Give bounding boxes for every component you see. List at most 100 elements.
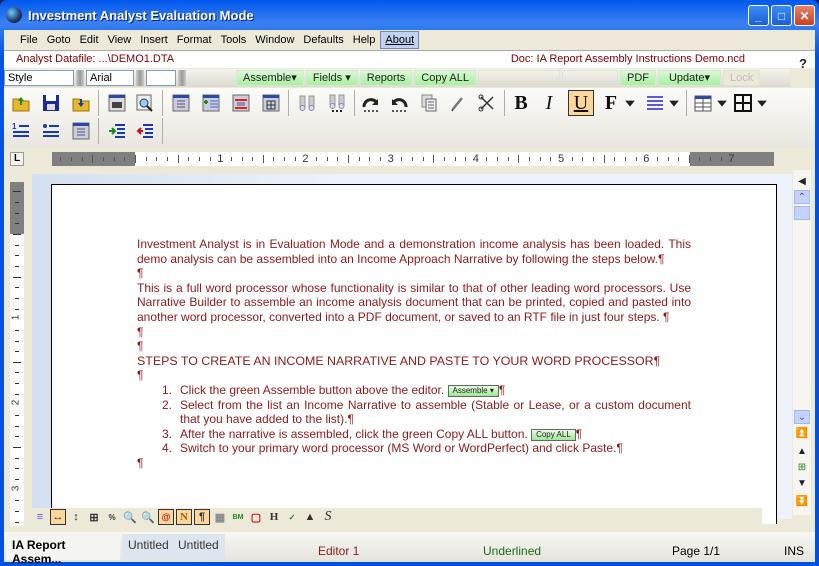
- inline-assemble-image: Assemble ▾: [447, 384, 499, 397]
- font-combo[interactable]: Arial: [86, 70, 134, 86]
- fit-width-icon[interactable]: ↔: [50, 509, 66, 525]
- table-page-icon[interactable]: [260, 92, 282, 114]
- undo-icon[interactable]: [388, 92, 410, 114]
- document-text[interactable]: Investment Analyst is in Evaluation Mode…: [137, 237, 691, 471]
- underline-button[interactable]: U: [568, 90, 594, 116]
- assemble-button[interactable]: Assemble▾: [236, 70, 304, 86]
- fields-button[interactable]: Fields ▾: [305, 70, 358, 86]
- collapse-left-icon[interactable]: ◀: [794, 174, 810, 188]
- font-dropdown-button[interactable]: [136, 70, 144, 86]
- collapse-up-icon[interactable]: ▲: [302, 509, 318, 525]
- italic-button[interactable]: I: [538, 92, 560, 114]
- copy-all-button[interactable]: Copy ALL: [414, 70, 476, 86]
- decrease-indent-icon[interactable]: [134, 120, 156, 142]
- bold-button[interactable]: B: [510, 92, 532, 114]
- list-item: 1. Click the green Assemble button above…: [157, 383, 691, 398]
- grid-icon[interactable]: ⊞: [86, 509, 102, 525]
- font-format-dropdown-icon[interactable]: [624, 92, 636, 114]
- document-tab-untitled-2[interactable]: Untitled: [172, 534, 225, 560]
- fit-height-icon[interactable]: ↕: [68, 509, 84, 525]
- menu-about[interactable]: About: [380, 31, 420, 49]
- open-folder-up-icon[interactable]: [10, 92, 32, 114]
- menu-help[interactable]: Help: [349, 32, 380, 48]
- font-size-combo[interactable]: [146, 70, 176, 86]
- menu-edit[interactable]: Edit: [76, 32, 103, 48]
- scroll-thumb[interactable]: [794, 206, 810, 220]
- vertical-ruler[interactable]: 1 2 3: [10, 182, 24, 526]
- insert-page-icon[interactable]: [200, 92, 222, 114]
- menu-window[interactable]: Window: [251, 32, 298, 48]
- print-preview-icon[interactable]: [134, 92, 156, 114]
- style-combo[interactable]: Style: [4, 70, 74, 86]
- zoom-percent-icon[interactable]: %: [104, 509, 120, 525]
- lines-icon[interactable]: ≡: [32, 509, 48, 525]
- menu-insert[interactable]: Insert: [136, 32, 172, 48]
- document-tab-untitled-1[interactable]: Untitled: [122, 534, 175, 560]
- page-layout-icon[interactable]: [170, 92, 192, 114]
- ruler-tick: [15, 297, 19, 299]
- borders-icon[interactable]: [732, 92, 754, 114]
- paragraph-style-icon[interactable]: [70, 120, 92, 142]
- numbered-list-icon[interactable]: 1: [10, 120, 32, 142]
- previous-page-icon[interactable]: ▲: [794, 444, 810, 458]
- zoom-in-icon[interactable]: 🔍: [122, 509, 138, 525]
- show-pilcrow-button[interactable]: ¶: [194, 509, 210, 525]
- menu-goto[interactable]: Goto: [43, 32, 75, 48]
- spellcheck-icon[interactable]: ✓: [284, 509, 300, 525]
- minimize-button[interactable]: _: [748, 5, 769, 26]
- bullet-list-icon[interactable]: [40, 120, 62, 142]
- document-tab-ia-report[interactable]: IA Report Assem...: [6, 534, 120, 566]
- frame-icon[interactable]: ▢: [248, 509, 264, 525]
- borders-dropdown-icon[interactable]: [756, 92, 768, 114]
- horizontal-ruler[interactable]: 1 2 3 4 5 6 7: [52, 152, 774, 166]
- line-spacing-icon[interactable]: [644, 92, 666, 114]
- document-page[interactable]: Investment Analyst is in Evaluation Mode…: [51, 184, 777, 524]
- menu-file[interactable]: File: [16, 32, 42, 48]
- insert-table-dropdown-icon[interactable]: [716, 92, 728, 114]
- insert-table-icon[interactable]: [692, 92, 714, 114]
- normal-view-button[interactable]: N: [176, 509, 192, 525]
- find-binoculars-icon[interactable]: [296, 92, 318, 114]
- title-bar[interactable]: Investment Analyst Evaluation Mode _ □ ✕: [0, 0, 819, 30]
- open-folder-down-icon[interactable]: [70, 92, 92, 114]
- scroll-up-button[interactable]: ⌃: [794, 190, 810, 204]
- table-grid-icon[interactable]: ▦: [212, 509, 228, 525]
- pdf-button[interactable]: PDF: [619, 70, 656, 86]
- find-next-binoculars-icon[interactable]: [326, 92, 348, 114]
- field-codes-icon[interactable]: @: [158, 509, 174, 525]
- ruler-tick: [15, 351, 19, 353]
- maximize-button[interactable]: □: [771, 5, 792, 26]
- size-dropdown-button[interactable]: [178, 70, 186, 86]
- tab-stop-selector[interactable]: L: [10, 152, 24, 166]
- redo-icon[interactable]: [360, 92, 382, 114]
- menu-defaults[interactable]: Defaults: [299, 32, 347, 48]
- increase-indent-icon[interactable]: [106, 120, 128, 142]
- insert-page-icon[interactable]: ⊞: [794, 460, 810, 474]
- menu-view[interactable]: View: [104, 32, 136, 48]
- cut-scissors-icon[interactable]: [476, 92, 498, 114]
- font-format-button[interactable]: F: [600, 92, 622, 114]
- first-page-icon[interactable]: ⏫: [794, 426, 810, 440]
- scroll-down-button[interactable]: ⌄: [794, 410, 810, 424]
- line-spacing-dropdown-icon[interactable]: [668, 92, 680, 114]
- menu-tools[interactable]: Tools: [217, 32, 251, 48]
- print-icon[interactable]: [106, 92, 128, 114]
- page-break-icon[interactable]: [230, 92, 252, 114]
- next-page-icon[interactable]: ▼: [794, 476, 810, 490]
- lock-button[interactable]: Lock: [722, 70, 761, 86]
- reports-button[interactable]: Reports: [359, 70, 413, 86]
- bookmark-icon[interactable]: BM: [230, 509, 246, 525]
- style-s-button[interactable]: S: [320, 509, 336, 525]
- pencil-icon[interactable]: [446, 92, 468, 114]
- copy-icon[interactable]: [418, 92, 440, 114]
- zoom-out-icon[interactable]: 🔍: [140, 509, 156, 525]
- help-question-icon[interactable]: ?: [799, 56, 807, 71]
- style-dropdown-button[interactable]: [76, 70, 84, 86]
- close-button[interactable]: ✕: [794, 5, 815, 26]
- save-icon[interactable]: [40, 92, 62, 114]
- header-button[interactable]: H: [266, 509, 282, 525]
- vertical-scrollbar[interactable]: ◀ ⌃ ⌄ ⏫ ▲ ⊞ ▼ ⏬: [793, 170, 811, 515]
- update-button[interactable]: Update▾: [657, 70, 721, 86]
- menu-format[interactable]: Format: [173, 32, 216, 48]
- last-page-icon[interactable]: ⏬: [794, 494, 810, 508]
